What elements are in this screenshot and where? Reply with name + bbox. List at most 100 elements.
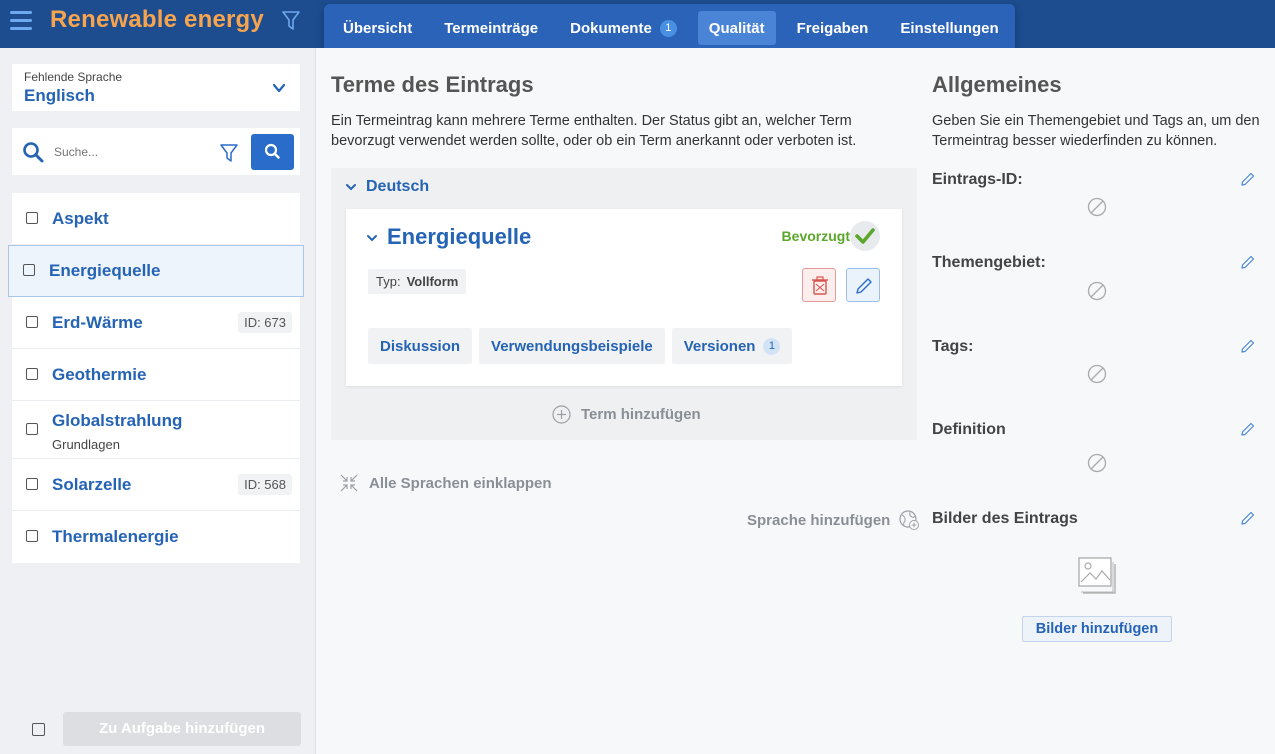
search-input[interactable]	[54, 140, 214, 164]
description-line: Geben Sie ein Themengebiet und Tags an, …	[932, 113, 1260, 129]
tab-term-entries[interactable]: Termeinträge	[433, 11, 549, 45]
list-item[interactable]: Globalstrahlung Grundlagen	[12, 401, 300, 459]
list-item[interactable]: Thermalenergie	[12, 511, 300, 563]
list-item[interactable]: Solarzelle ID: 568	[12, 459, 300, 511]
select-label: Fehlende Sprache	[24, 70, 123, 84]
term-sub-tabs: Diskussion Verwendungsbeispiele Versione…	[368, 328, 799, 364]
add-images-button[interactable]: Bilder hinzufügen	[1022, 616, 1172, 642]
description-line: Termeintrag besser wiederfinden zu könne…	[932, 133, 1218, 149]
chevron-down-icon	[367, 235, 377, 242]
tab-label: Übersicht	[343, 19, 413, 37]
pencil-icon[interactable]	[1241, 172, 1255, 186]
collapse-all-languages-button[interactable]: Alle Sprachen einklappen	[339, 473, 552, 493]
edit-term-button[interactable]	[846, 268, 880, 302]
tab-releases[interactable]: Freigaben	[786, 11, 880, 45]
chevron-down-icon	[272, 83, 286, 93]
tab-settings[interactable]: Einstellungen	[889, 11, 1009, 45]
checkbox[interactable]	[26, 212, 38, 224]
tab-discussion[interactable]: Diskussion	[368, 328, 473, 364]
trash-icon	[812, 276, 828, 295]
search-icon	[264, 143, 280, 159]
count-badge: 1	[763, 337, 781, 355]
empty-value-icon	[1087, 364, 1107, 384]
add-term-button[interactable]: Term hinzufügen	[552, 405, 701, 424]
select-value: Englisch	[24, 86, 95, 105]
language-panel: Deutsch Energiequelle Bevorzugt Typ: Voll…	[331, 168, 917, 440]
field-definition-label: Definition	[932, 421, 1006, 438]
term-toggle[interactable]: Energiequelle	[367, 224, 531, 250]
pencil-icon	[856, 278, 872, 294]
search-button[interactable]	[251, 134, 294, 170]
empty-value-icon	[1087, 453, 1107, 473]
list-item[interactable]: Aspekt	[12, 193, 300, 245]
status-button[interactable]	[850, 221, 880, 251]
language-toggle[interactable]: Deutsch	[346, 178, 429, 196]
tab-versions[interactable]: Versionen 1	[671, 328, 793, 364]
field-subject-label: Themengebiet:	[932, 254, 1046, 271]
general-section-description: Geben Sie ein Themengebiet und Tags an, …	[932, 111, 1260, 151]
tab-label: Termeinträge	[444, 19, 539, 37]
terms-section-title: Terme des Eintrags	[331, 72, 534, 97]
tab-label: Freigaben	[796, 19, 869, 37]
pencil-icon[interactable]	[1241, 511, 1255, 525]
type-value: Vollform	[406, 274, 459, 289]
term-card: Energiequelle Bevorzugt Typ: Vollform Di…	[346, 209, 902, 386]
item-name: Aspekt	[52, 209, 109, 228]
type-label: Typ:	[376, 274, 401, 289]
list-item[interactable]: Erd-Wärme ID: 673	[12, 297, 300, 349]
checkbox[interactable]	[26, 478, 38, 490]
tab-label: Diskussion	[380, 337, 461, 355]
checkbox[interactable]	[26, 368, 38, 380]
add-term-label: Term hinzufügen	[581, 406, 701, 423]
tab-label: Qualität	[708, 19, 765, 37]
select-all-checkbox[interactable]	[32, 723, 45, 736]
tab-overview[interactable]: Übersicht	[332, 11, 423, 45]
type-tag: Typ: Vollform	[368, 269, 467, 294]
empty-value-icon	[1087, 281, 1107, 301]
terms-section-description: Ein Termeintrag kann mehrere Terme entha…	[331, 111, 856, 151]
item-subject: Grundlagen	[52, 437, 120, 452]
count-badge: 1	[659, 19, 677, 37]
description-line: Ein Termeintrag kann mehrere Terme entha…	[331, 113, 852, 129]
globe-plus-icon	[899, 510, 920, 530]
image-placeholder-icon	[1078, 557, 1116, 594]
missing-language-select[interactable]: Fehlende Sprache Englisch	[12, 64, 300, 111]
pencil-icon[interactable]	[1241, 422, 1255, 436]
checkmark-icon	[855, 228, 875, 244]
pencil-icon[interactable]	[1241, 339, 1255, 353]
term-name: Energiequelle	[387, 224, 532, 249]
add-language-button[interactable]: Sprache hinzufügen	[747, 509, 920, 531]
item-name: Geothermie	[52, 365, 147, 384]
collapse-all-label: Alle Sprachen einklappen	[369, 474, 552, 492]
tab-quality[interactable]: Qualität	[697, 11, 776, 45]
checkbox[interactable]	[26, 530, 38, 542]
checkbox[interactable]	[23, 264, 35, 276]
add-language-label: Sprache hinzufügen	[747, 511, 891, 529]
item-name: Globalstrahlung	[52, 411, 183, 430]
tab-label: Versionen	[683, 337, 756, 355]
pencil-icon[interactable]	[1241, 255, 1255, 269]
checkbox[interactable]	[26, 316, 38, 328]
hamburger-menu-icon[interactable]	[10, 11, 32, 31]
checkbox[interactable]	[26, 423, 38, 435]
chevron-down-icon	[346, 183, 356, 191]
field-tags-label: Tags:	[932, 338, 974, 355]
list-item[interactable]: Geothermie	[12, 349, 300, 401]
field-entry-id-label: Eintrags-ID:	[932, 171, 1023, 188]
tab-label: Verwendungsbeispiele	[491, 337, 653, 355]
tab-label: Dokumente	[570, 19, 652, 37]
sidebar-bottom-bar: Zu Aufgabe hinzufügen	[0, 710, 316, 754]
tab-usage-examples[interactable]: Verwendungsbeispiele	[479, 328, 665, 364]
add-to-task-button[interactable]: Zu Aufgabe hinzufügen	[63, 712, 301, 746]
filter-icon[interactable]	[281, 10, 301, 32]
item-name: Energiequelle	[49, 261, 161, 280]
collapse-icon	[340, 474, 358, 492]
list-item[interactable]: Energiequelle	[8, 245, 304, 297]
item-name: Solarzelle	[52, 475, 132, 494]
delete-term-button[interactable]	[802, 268, 836, 302]
main-content: Terme des Eintrags Ein Termeintrag kann …	[316, 48, 1275, 754]
plus-circle-icon	[552, 405, 571, 424]
search-icon	[23, 142, 44, 163]
filter-icon[interactable]	[219, 142, 239, 164]
tab-documents[interactable]: Dokumente 1	[559, 11, 688, 45]
